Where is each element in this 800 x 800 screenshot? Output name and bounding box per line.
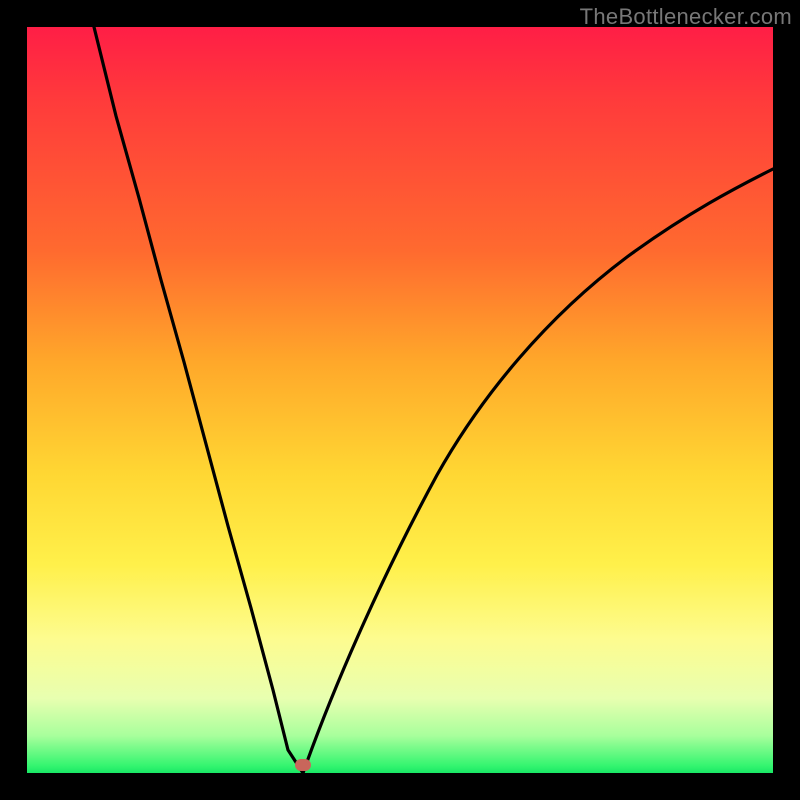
chart-frame: TheBottlenecker.com: [0, 0, 800, 800]
plot-background: [27, 27, 773, 773]
watermark-text: TheBottlenecker.com: [580, 4, 792, 30]
bottleneck-curve: [27, 27, 773, 773]
operating-point-marker: [295, 759, 311, 771]
